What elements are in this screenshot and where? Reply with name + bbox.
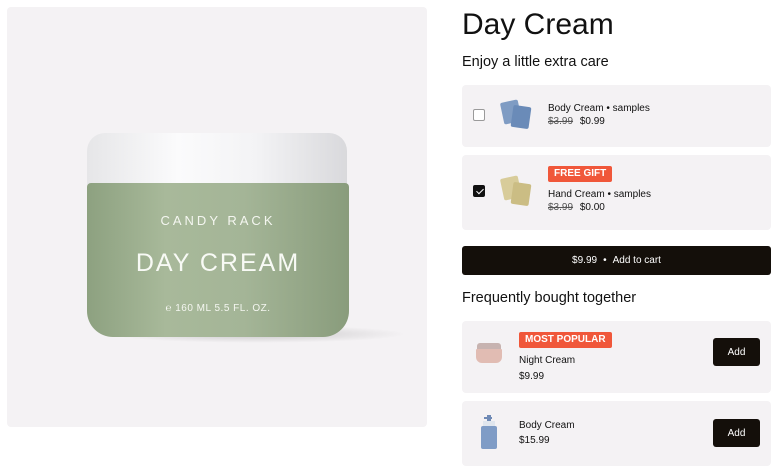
fbt-item-body-cream: Body Cream $15.99 Add (462, 401, 771, 466)
fbt-item-night-cream: MOST POPULAR Night Cream $9.99 Add (462, 321, 771, 393)
jar-lid (87, 133, 347, 189)
upsell-item-name: Hand Cream • samples (548, 189, 651, 200)
jar-brand-text: CANDY RACK (160, 213, 276, 228)
jar-body: CANDY RACK DAY CREAM ℮ 160 ML 5.5 FL. OZ… (87, 183, 349, 337)
jar-size-text: ℮ 160 ML 5.5 FL. OZ. (165, 303, 271, 314)
add-night-cream-button[interactable]: Add (713, 338, 760, 366)
night-cream-thumbnail (476, 343, 502, 365)
upsell-item-body-cream-samples[interactable]: Body Cream • samples $3.99 $0.99 (462, 85, 771, 147)
add-body-cream-button[interactable]: Add (713, 419, 760, 447)
product-image-gallery: CANDY RACK DAY CREAM ℮ 160 ML 5.5 FL. OZ… (7, 7, 427, 427)
sale-price: $0.99 (579, 116, 605, 127)
upsell-checkbox[interactable] (473, 185, 485, 197)
body-cream-thumbnail (480, 415, 498, 451)
fbt-item-name: Body Cream (519, 420, 575, 431)
upsell-item-hand-cream-samples[interactable]: FREE GIFT Hand Cream • samples $3.99 $0.… (462, 155, 771, 230)
original-price: $3.99 (548, 202, 574, 213)
cart-total-price: $9.99 (572, 255, 598, 266)
fbt-item-name: Night Cream (519, 355, 576, 366)
most-popular-badge: MOST POPULAR (519, 332, 612, 348)
upsell-heading: Enjoy a little extra care (462, 54, 609, 70)
fbt-item-price: $15.99 (519, 435, 550, 446)
hand-cream-samples-thumbnail (499, 175, 534, 209)
add-to-cart-button[interactable]: $9.99 • Add to cart (462, 246, 771, 275)
cart-button-label: Add to cart (612, 255, 661, 266)
cart-separator: • (603, 255, 607, 266)
upsell-checkbox[interactable] (473, 109, 485, 121)
fbt-heading: Frequently bought together (462, 290, 637, 306)
free-gift-badge: FREE GIFT (548, 166, 613, 182)
upsell-item-name: Body Cream • samples (548, 103, 650, 114)
jar-product-name: DAY CREAM (135, 249, 301, 277)
body-cream-samples-thumbnail (499, 99, 534, 131)
product-title: Day Cream (462, 8, 614, 41)
original-price: $3.99 (548, 116, 574, 127)
upsell-item-prices: $3.99 $0.00 (548, 202, 605, 213)
sale-price: $0.00 (579, 202, 605, 213)
fbt-item-price: $9.99 (519, 371, 545, 382)
upsell-item-prices: $3.99 $0.99 (548, 116, 605, 127)
